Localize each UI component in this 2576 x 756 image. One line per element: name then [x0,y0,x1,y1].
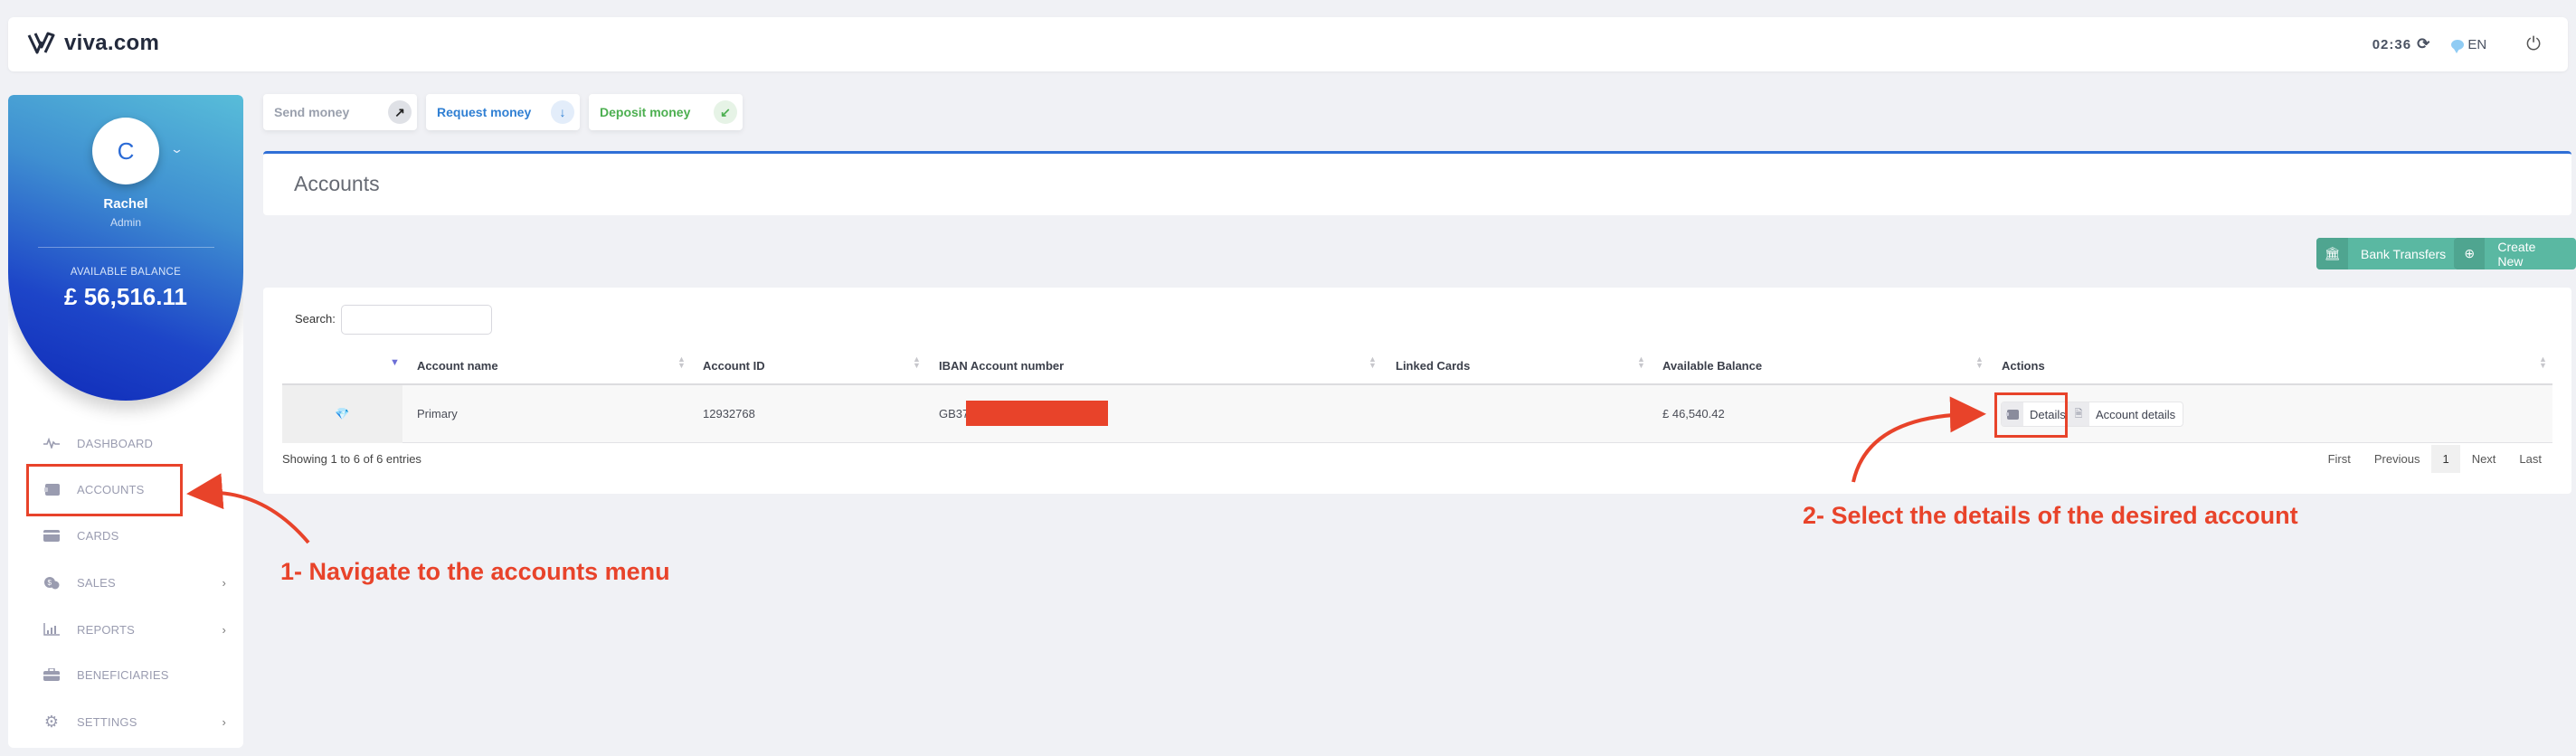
page-header: Accounts [263,151,2571,215]
sidebar-item-label: BENEFICIARIES [77,667,169,682]
annotation-highlight-accounts [26,464,183,516]
deposit-money-label: Deposit money [600,105,691,119]
column-header-iban[interactable]: IBAN Account number [939,355,1064,375]
sales-icon: $ [43,575,61,590]
sidebar-item-label: CARDS [77,528,119,543]
bank-transfers-label: Bank Transfers [2361,246,2447,261]
sidebar: C ⌄ Rachel Admin AVAILABLE BALANCE £ 56,… [8,95,243,748]
sort-icon[interactable]: ▲ ▼ [1975,355,1984,370]
chevron-down-icon[interactable]: ⌄ [170,142,184,156]
pagination-previous[interactable]: Previous [2363,445,2432,473]
sidebar-item-label: SETTINGS [77,714,137,729]
gear-icon: ⚙ [43,712,60,731]
send-money-button[interactable]: Send money ↗ [263,94,417,130]
pagination-page-current[interactable]: 1 [2431,445,2460,473]
sidebar-item-label: DASHBOARD [77,436,154,450]
pagination: First Previous 1 Next Last [2316,445,2553,473]
bank-transfers-button[interactable]: 🏛 Bank Transfers [2316,238,2459,269]
annotation-step2: 2- Select the details of the desired acc… [1803,502,2298,529]
top-bar: viva.com 02:36 ⟳ EN ⏻ [8,17,2568,71]
page-title: Accounts [294,172,380,195]
column-header-available-balance[interactable]: Available Balance [1662,355,1762,375]
column-header-account-name[interactable]: Account name [417,355,498,375]
account-details-label: Account details [2096,407,2176,421]
account-details-button[interactable]: 🗎 Account details [2067,402,2184,427]
balance-value: £ 56,516.11 [64,283,187,310]
sidebar-item-sales[interactable]: $ SALES › [43,564,237,600]
sidebar-item-reports[interactable]: REPORTS › [43,611,237,647]
column-header-actions[interactable]: Actions [2002,355,2045,375]
brand-name: viva.com [64,31,160,55]
chat-bubble-icon [2451,39,2465,53]
cell-iban: GB37 [939,407,970,421]
profile-card: C ⌄ Rachel Admin AVAILABLE BALANCE £ 56,… [8,95,243,401]
cell-account-name: Primary [417,407,458,421]
send-money-label: Send money [274,105,350,119]
cell-available-balance: £ 46,540.42 [1662,407,1725,421]
annotation-highlight-details [1994,392,2068,438]
sort-icon[interactable]: ▲ ▼ [2539,355,2547,370]
row-control[interactable]: 💎 [282,385,402,443]
user-name: Rachel [103,196,148,212]
bar-chart-icon [43,622,61,637]
language-label: EN [2467,36,2487,52]
balance-label: AVAILABLE BALANCE [70,267,182,278]
sidebar-item-settings[interactable]: ⚙ SETTINGS › [43,704,237,740]
sort-icon[interactable]: ▲ ▼ [913,355,921,370]
arrow-up-right-icon: ↗ [388,100,412,124]
pulse-icon [43,436,61,450]
plus-circle-icon: ⊕ [2454,238,2486,269]
deposit-money-button[interactable]: Deposit money ↙ [589,94,743,130]
pagination-first[interactable]: First [2316,445,2363,473]
sort-icon[interactable]: ▲ ▼ [677,355,686,370]
sort-icon[interactable]: ▲ ▼ [1637,355,1645,370]
table-info: Showing 1 to 6 of 6 entries [282,452,421,466]
create-new-button[interactable]: ⊕ Create New [2454,238,2576,269]
column-header-linked-cards[interactable]: Linked Cards [1396,355,1470,375]
arrow-down-icon: ↓ [551,100,574,124]
pdf-file-icon: 🗎 [2068,402,2089,426]
top-right-controls: 02:36 ⟳ EN ⏻ [2372,33,2541,55]
chevron-right-icon: › [222,622,226,637]
language-selector[interactable]: EN [2451,36,2487,53]
request-money-button[interactable]: Request money ↓ [426,94,580,130]
brand-logo[interactable]: viva.com [26,31,159,56]
diamond-icon: 💎 [335,407,350,421]
sidebar-item-beneficiaries[interactable]: BENEFICIARIES [43,657,237,693]
request-money-label: Request money [437,105,532,119]
pagination-next[interactable]: Next [2460,445,2508,473]
sidebar-item-cards[interactable]: CARDS [43,517,237,553]
accounts-table-card: Search: ▼ Account name ▲ ▼ Account ID ▲ ▼ … [263,288,2571,494]
sidebar-item-label: SALES [77,575,116,590]
chevron-right-icon: › [222,575,226,590]
divider [38,247,214,248]
power-icon[interactable]: ⏻ [2526,34,2541,55]
iban-redaction [966,401,1108,426]
refresh-icon[interactable]: ⟳ [2417,35,2429,53]
search-label: Search: [295,312,336,326]
avatar[interactable]: C [92,118,159,184]
user-role: Admin [109,216,141,229]
column-header-account-id[interactable]: Account ID [703,355,765,375]
sidebar-item-dashboard[interactable]: DASHBOARD [43,425,237,461]
annotation-step1: 1- Navigate to the accounts menu [280,558,670,585]
sort-desc-icon[interactable]: ▼ [390,358,400,368]
sidebar-item-label: REPORTS [77,622,136,637]
bank-icon: 🏛 [2316,238,2348,269]
session-clock: 02:36 [2372,36,2412,52]
briefcase-icon [43,667,61,682]
card-icon [43,528,61,543]
viva-logo-icon [27,32,55,54]
arrow-down-left-icon: ↙ [714,100,737,124]
search-input[interactable] [341,305,492,335]
sort-icon[interactable]: ▲ ▼ [1368,355,1377,370]
table-row: 💎 Primary 12932768 GB37 £ 46,540.42 Deta… [282,385,2552,443]
cell-account-id: 12932768 [703,407,755,421]
svg-text:$: $ [48,579,52,587]
create-new-label: Create New [2497,239,2536,269]
chevron-right-icon: › [222,714,226,729]
pagination-last[interactable]: Last [2507,445,2553,473]
